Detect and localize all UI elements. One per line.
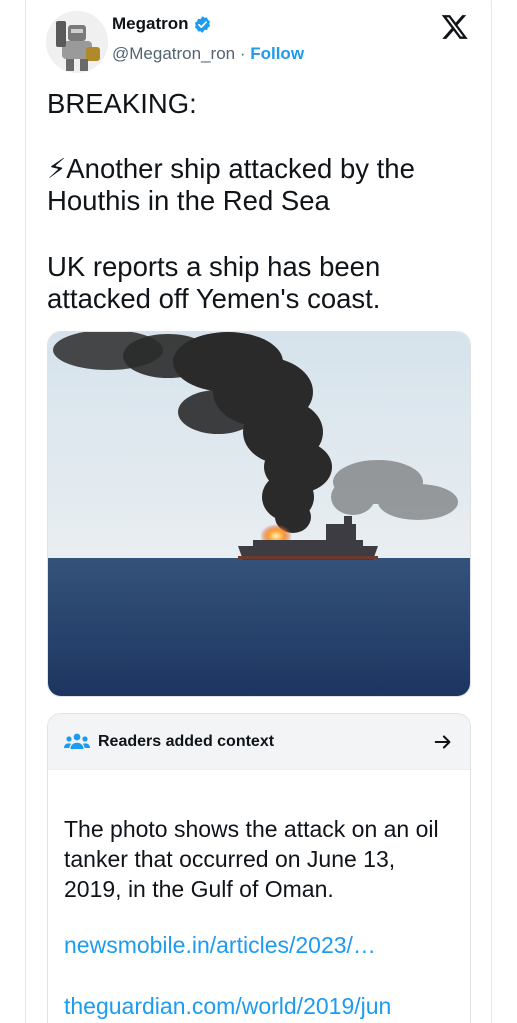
source-link[interactable]: theguardian.com/world/2019/jun	[64, 993, 391, 1020]
verified-icon	[194, 15, 210, 33]
author-handle-row: @Megatron_ron · Follow	[112, 44, 304, 64]
separator: ·	[235, 44, 251, 63]
author-handle[interactable]: @Megatron_ron	[112, 44, 235, 63]
tweet-breaking: BREAKING:	[47, 88, 197, 119]
tweet-body: UK reports a ship has been attacked off …	[47, 251, 381, 314]
community-note[interactable]: Readers added context The photo shows th…	[47, 713, 471, 1023]
tweet-headline: ⚡Another ship attacked by the Houthis in…	[47, 153, 415, 216]
follow-button[interactable]: Follow	[250, 44, 304, 63]
x-logo-icon[interactable]	[440, 12, 470, 42]
people-icon	[64, 733, 90, 749]
author-name[interactable]: Megatron	[112, 14, 189, 34]
community-note-header[interactable]: Readers added context	[48, 714, 470, 770]
arrow-right-icon[interactable]	[432, 731, 454, 753]
source-link[interactable]: newsmobile.in/articles/2023/…	[64, 932, 376, 959]
author-name-row: Megatron	[112, 14, 212, 34]
avatar[interactable]	[46, 11, 108, 73]
tweet-photo[interactable]	[47, 331, 471, 697]
community-note-title: Readers added context	[98, 732, 275, 750]
community-note-text: The photo shows the attack on an oil tan…	[64, 816, 439, 902]
